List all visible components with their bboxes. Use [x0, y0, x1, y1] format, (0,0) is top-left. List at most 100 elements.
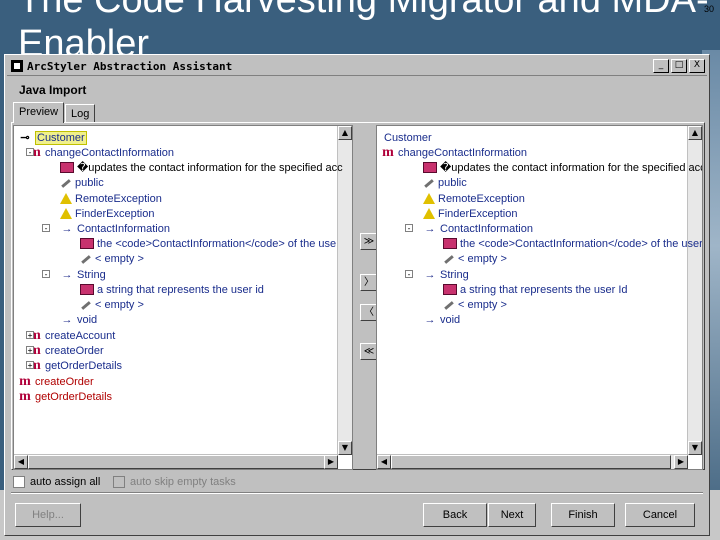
tree-node-label: a string that represents the user id [97, 283, 264, 296]
auto-assign-checkbox[interactable] [13, 476, 25, 488]
scroll-up-icon[interactable]: ▲ [688, 126, 702, 140]
tree-node[interactable]: → void [60, 312, 98, 327]
tab-log[interactable]: Log [65, 104, 96, 122]
auto-assign-label: auto assign all [30, 476, 101, 488]
tree-node[interactable]: �updates the contact information for the… [423, 160, 703, 175]
auto-skip-checkbox[interactable] [113, 476, 125, 488]
tab-preview[interactable]: Preview [13, 102, 65, 123]
tree-node[interactable]: a string that represents the user Id [443, 282, 628, 297]
auto-skip-option[interactable]: auto skip empty tasks [113, 476, 236, 488]
expand-icon[interactable]: + [26, 361, 34, 370]
tree-node-label: createOrder [35, 375, 94, 388]
target-tree[interactable]: ▲ ▼ ◀ ▶ Customer m changeContactInformatio… [376, 125, 703, 470]
window-titlebar[interactable]: ArcStyler Abstraction Assistant _ □ X [7, 57, 707, 76]
tree-node-label: Customer [384, 131, 432, 144]
tree-node[interactable]: ⊸ Customer [18, 130, 87, 145]
tree-node[interactable]: < empty > [80, 251, 144, 266]
tree-node-label: < empty > [458, 252, 507, 265]
book-icon [80, 284, 94, 295]
tree-node[interactable]: + m createOrder [26, 343, 104, 358]
tree-node[interactable]: FinderException [423, 206, 518, 221]
tree-node-label: RemoteException [438, 192, 525, 205]
tree-node[interactable]: the <code>ContactInformation</code> of t… [80, 236, 336, 251]
collapse-icon[interactable]: - [42, 224, 50, 233]
help-button[interactable]: Help... [15, 503, 81, 527]
tree-node[interactable]: public [60, 175, 104, 190]
scroll-down-icon[interactable]: ▼ [338, 441, 352, 455]
tree-node[interactable]: RemoteException [423, 191, 525, 206]
tree-node[interactable]: a string that represents the user id [80, 282, 264, 297]
back-button[interactable]: Back [423, 503, 487, 527]
tree-node[interactable]: m createOrder [18, 374, 94, 389]
minimize-button[interactable]: _ [653, 59, 669, 73]
tree-node-label: the <code>ContactInformation</code> of t… [97, 237, 337, 250]
auto-assign-option[interactable]: auto assign all [13, 476, 100, 488]
expand-icon[interactable]: + [26, 346, 34, 355]
tree-node[interactable]: m changeContactInformation [381, 145, 527, 160]
collapse-icon[interactable]: - [405, 224, 413, 233]
method-icon: m [382, 144, 394, 160]
scroll-down-icon[interactable]: ▼ [688, 441, 702, 455]
scroll-thumb[interactable] [28, 455, 328, 469]
warning-icon [60, 208, 72, 219]
scroll-right-icon[interactable]: ▶ [674, 455, 688, 469]
target-tree-vscroll[interactable]: ▲ ▼ [687, 126, 702, 455]
source-tree-vscroll[interactable]: ▲ ▼ [337, 126, 352, 455]
tree-node-label: getOrderDetails [35, 390, 113, 403]
scroll-thumb[interactable] [391, 455, 671, 469]
expand-icon[interactable]: + [26, 331, 34, 340]
tree-node-label: String [77, 268, 106, 281]
tree-node[interactable]: < empty > [443, 251, 507, 266]
target-tree-hscroll[interactable]: ◀ ▶ [377, 454, 688, 469]
tree-node-label: createAccount [45, 329, 116, 342]
tree-node[interactable]: + m getOrderDetails [26, 358, 122, 373]
tree-node[interactable]: - → String [405, 267, 469, 282]
collapse-icon[interactable]: - [42, 270, 50, 279]
collapse-icon[interactable]: - [405, 270, 413, 279]
scroll-up-icon[interactable]: ▲ [338, 126, 352, 140]
cancel-button[interactable]: Cancel [625, 503, 695, 527]
tree-node-label: createOrder [45, 344, 104, 357]
tree-node[interactable]: - m changeContactInformation [26, 145, 174, 160]
tree-node[interactable]: + m createAccount [26, 328, 116, 343]
tree-node[interactable]: FinderException [60, 206, 155, 221]
tree-node-label: ContactInformation [440, 222, 533, 235]
warning-icon [60, 193, 72, 204]
book-icon [443, 238, 457, 249]
tree-node[interactable]: �updates the contact information for the… [60, 160, 343, 175]
collapse-icon[interactable]: - [26, 148, 34, 157]
tree-node[interactable]: m getOrderDetails [18, 389, 112, 404]
arrow-icon: → [424, 268, 436, 281]
scroll-right-icon[interactable]: ▶ [324, 455, 338, 469]
slide-number: 30 [703, 4, 714, 14]
tree-node[interactable]: - → String [42, 267, 106, 282]
maximize-button[interactable]: □ [671, 59, 687, 73]
tree-node[interactable]: the <code>ContactInformation</code> of t… [443, 236, 703, 251]
scroll-left-icon[interactable]: ◀ [377, 455, 391, 469]
book-icon [60, 162, 74, 173]
next-button[interactable]: Next [488, 503, 536, 527]
tree-node[interactable]: RemoteException [60, 191, 162, 206]
pen-icon [443, 300, 455, 310]
tree-node[interactable]: public [423, 175, 467, 190]
tree-node[interactable]: → void [423, 312, 461, 327]
tree-node[interactable]: < empty > [80, 297, 144, 312]
tree-node-label: �updates the contact information for the… [77, 162, 343, 174]
tree-node[interactable]: - → ContactInformation [405, 221, 533, 236]
scroll-left-icon[interactable]: ◀ [14, 455, 28, 469]
source-tree-hscroll[interactable]: ◀ ▶ [14, 454, 338, 469]
close-button[interactable]: X [689, 59, 705, 73]
pen-icon [60, 178, 72, 188]
book-icon [443, 284, 457, 295]
tree-node-label: �updates the contact information for the… [440, 162, 703, 174]
source-tree[interactable]: ▲ ▼ ◀ ▶ ⊸ Customer - m changeContactInformat… [13, 125, 353, 470]
finish-button[interactable]: Finish [551, 503, 615, 527]
tree-node[interactable]: Customer [381, 130, 432, 145]
pen-icon [423, 178, 435, 188]
tree-node-label: public [75, 176, 104, 189]
tree-node-label: the <code>ContactInformation</code> of t… [460, 237, 703, 250]
footer-separator [11, 492, 703, 494]
tree-node[interactable]: < empty > [443, 297, 507, 312]
tree-node[interactable]: - → ContactInformation [42, 221, 170, 236]
warning-icon [423, 193, 435, 204]
